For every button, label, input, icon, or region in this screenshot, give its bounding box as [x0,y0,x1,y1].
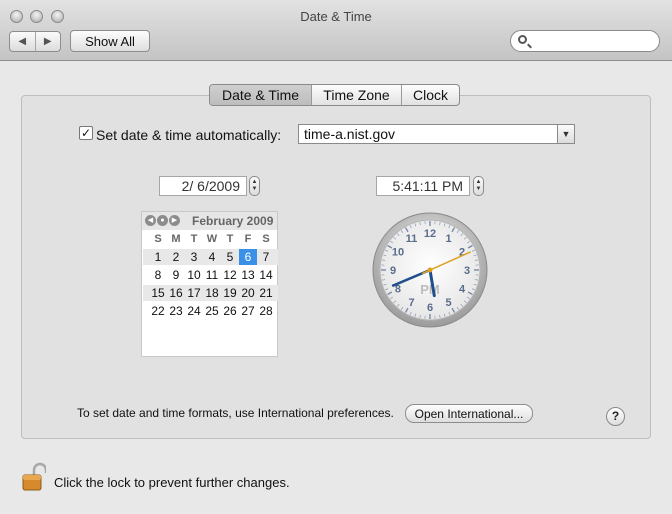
auto-time-label: Set date & time automatically: [96,127,282,143]
tab-time-zone[interactable]: Time Zone [311,85,401,105]
calendar-day[interactable]: 23 [167,303,185,319]
calendar-day[interactable]: 24 [185,303,203,319]
calendar-month-label: February 2009 [192,214,274,228]
clock-number: 5 [445,297,451,309]
search-input[interactable] [533,33,655,51]
time-stepper[interactable]: ▲ ▼ [473,176,484,196]
open-international-button[interactable]: Open International... [405,404,533,423]
calendar-header: ◀ ● ▶ February 2009 [142,212,277,230]
calendar-day[interactable]: 14 [257,267,275,283]
calendar-day[interactable]: 15 [149,285,167,301]
help-button[interactable]: ? [606,407,625,426]
time-value: 5:41:11 PM [392,178,463,194]
today-icon[interactable]: ● [157,215,168,226]
calendar-day[interactable]: 12 [221,267,239,283]
clock-number: 6 [427,302,433,314]
calendar-day[interactable]: 26 [221,303,239,319]
calendar-day[interactable]: 3 [185,249,203,265]
calendar-week-row: 15 16 17 18 19 20 21 [143,285,278,301]
tab-date-time[interactable]: Date & Time [210,85,311,105]
calendar-weekday-header: S [262,233,270,245]
preferences-window: Date & Time ◀ ▶ Show All Date & Time Tim… [0,0,672,514]
title-bar: Date & Time ◀ ▶ Show All [0,0,672,61]
calendar-day[interactable]: 17 [185,285,203,301]
calendar-day[interactable]: 1 [149,249,167,265]
calendar-day[interactable]: 4 [203,249,221,265]
clock-number: 1 [445,233,451,245]
clock-number: 4 [459,284,466,296]
date-value: 2/ 6/2009 [181,178,240,194]
calendar-week-row: 22 23 24 25 26 27 28 [143,303,278,319]
clock-number: 10 [392,247,404,259]
window-title: Date & Time [300,9,372,24]
calendar-weekday-header: T [190,233,198,245]
clock-number: 7 [408,297,414,309]
calendar-weekday-header: M [171,233,181,245]
calendar-day[interactable]: 7 [257,249,275,265]
clock-number: 9 [390,265,396,277]
calendar-weekday-header: F [244,233,252,245]
back-icon[interactable]: ◀ [10,32,35,51]
calendar-day[interactable]: 18 [203,285,221,301]
clock-number: 3 [464,265,470,277]
calendar-day[interactable]: 21 [257,285,275,301]
calendar-day[interactable]: 19 [221,285,239,301]
time-field[interactable]: 5:41:11 PM [376,176,470,196]
calendar-day[interactable]: 2 [167,249,185,265]
clock-number: 12 [424,228,436,240]
calendar-week-row: 8 9 10 11 12 13 14 [143,267,278,283]
calendar-day[interactable]: 10 [185,267,203,283]
lock-icon[interactable] [22,462,46,492]
calendar-day[interactable]: 13 [239,267,257,283]
back-forward-control: ◀ ▶ [9,31,61,52]
calendar[interactable]: ◀ ● ▶ February 2009 SMTWTFS 1 2 3 4 5 6 7 8 9 10 1… [141,211,278,357]
stepper-up-icon[interactable]: ▲ [252,179,258,186]
formats-hint-text: To set date and time formats, use Intern… [77,406,394,420]
calendar-weekday-header: T [226,233,234,245]
stepper-down-icon[interactable]: ▼ [252,186,258,193]
calendar-weekday-header: W [206,233,218,245]
auto-time-checkbox[interactable]: ✓ [79,126,93,140]
calendar-day[interactable]: 20 [239,285,257,301]
date-field[interactable]: 2/ 6/2009 [159,176,247,196]
calendar-weekday-header: S [154,233,162,245]
calendar-day[interactable]: 5 [221,249,239,265]
calendar-day[interactable]: 28 [257,303,275,319]
calendar-day[interactable]: 27 [239,303,257,319]
calendar-day[interactable]: 25 [203,303,221,319]
clock-center-pin [427,267,433,273]
calendar-day[interactable]: 16 [167,285,185,301]
calendar-day[interactable]: 11 [203,267,221,283]
next-month-icon[interactable]: ▶ [169,215,180,226]
calendar-week-row: 1234567 [143,249,278,265]
search-icon [518,35,527,44]
calendar-day[interactable]: 22 [149,303,167,319]
prev-month-icon[interactable]: ◀ [145,215,156,226]
show-all-button[interactable]: Show All [70,30,150,52]
tab-bar: Date & Time Time Zone Clock [209,84,460,106]
content-panel [21,95,651,439]
lock-status-text: Click the lock to prevent further change… [54,475,290,490]
time-server-combobox[interactable]: time-a.nist.gov ▼ [298,124,575,144]
search-field[interactable] [510,30,660,52]
forward-icon[interactable]: ▶ [34,32,61,51]
calendar-day[interactable]: 9 [167,267,185,283]
dropdown-arrow-icon[interactable]: ▼ [557,125,574,143]
tab-clock[interactable]: Clock [401,85,459,105]
clock-number: 11 [406,233,418,245]
date-stepper[interactable]: ▲ ▼ [249,176,260,196]
stepper-up-icon[interactable]: ▲ [476,179,482,186]
time-server-value: time-a.nist.gov [304,126,396,142]
calendar-day[interactable]: 8 [149,267,167,283]
analog-clock: 12 1234567891011 PM [372,212,488,328]
calendar-day-selected[interactable]: 6 [239,249,257,265]
stepper-down-icon[interactable]: ▼ [476,186,482,193]
clock-ampm: PM [420,282,440,297]
